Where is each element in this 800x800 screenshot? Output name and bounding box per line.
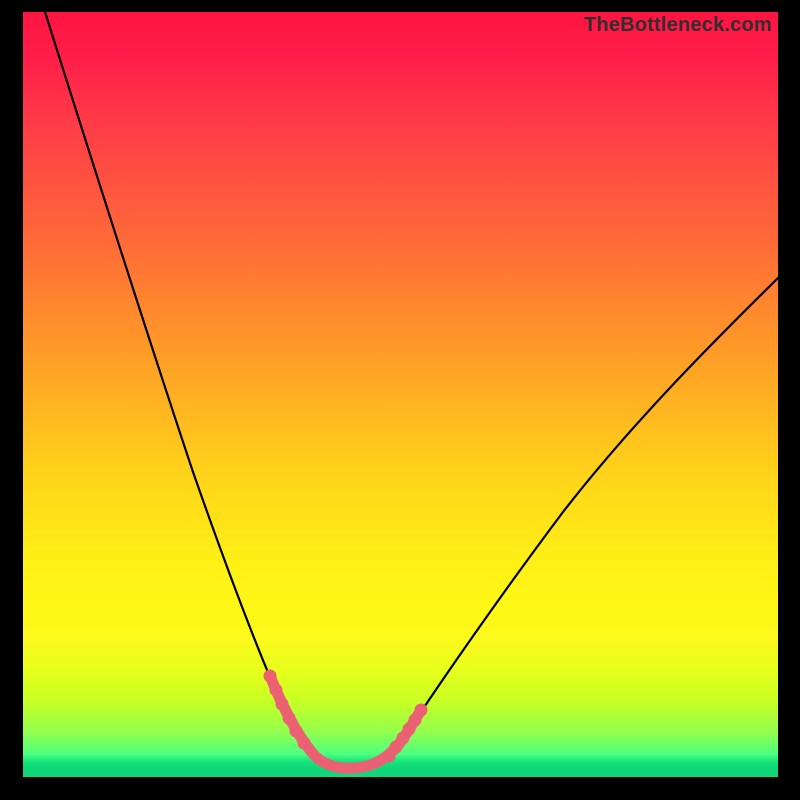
- chart-frame: TheBottleneck.com: [0, 0, 800, 800]
- curve-layer: [23, 12, 778, 777]
- highlight-dots-right: [383, 704, 428, 763]
- bottleneck-curve: [45, 12, 778, 766]
